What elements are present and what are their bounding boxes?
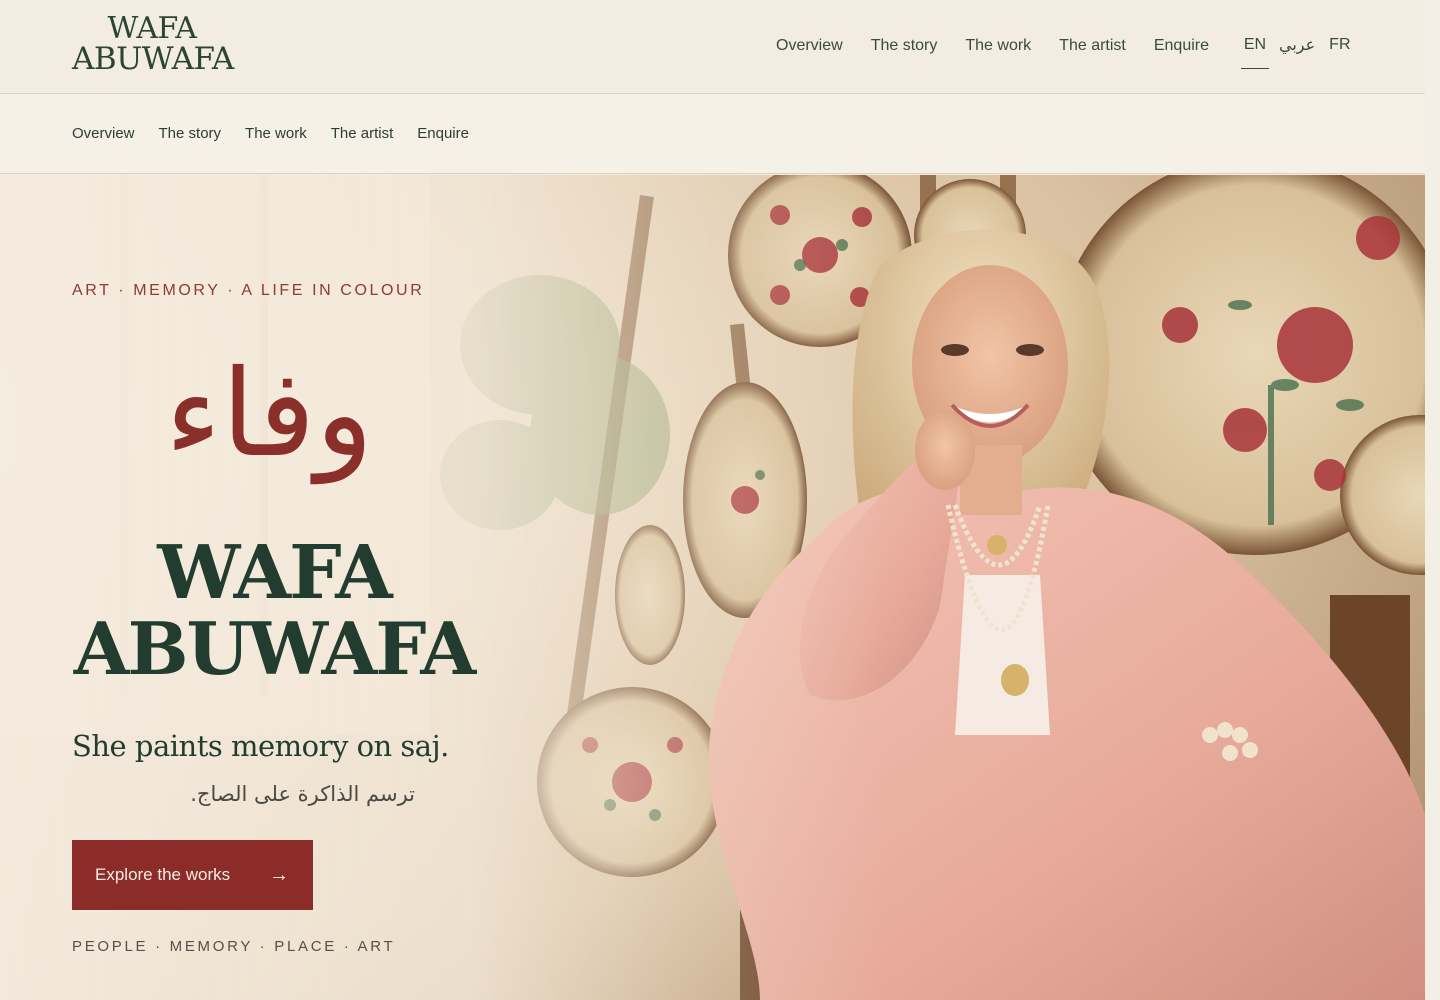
nav-enquire[interactable]: Enquire [1154, 36, 1209, 56]
language-switcher: EN عربي FR [1241, 34, 1351, 69]
primary-nav: Overview The story The work The artist E… [776, 36, 1209, 56]
lang-en[interactable]: EN [1241, 34, 1269, 69]
nav-overview[interactable]: Overview [776, 36, 843, 56]
site-logo[interactable]: WAFA ABUWAFA [72, 11, 234, 77]
nav-the-story[interactable]: The story [871, 36, 938, 56]
logo-line-1: WAFA [107, 11, 197, 46]
hero-title-line-2: ABUWAFA [73, 606, 476, 691]
subnav-overview[interactable]: Overview [72, 125, 135, 143]
subnav-enquire[interactable]: Enquire [417, 125, 469, 143]
hero-tagline-arabic: ترسم الذاكرة على الصاج. [190, 782, 415, 806]
hero-title: WAFA ABUWAFA [72, 535, 476, 687]
nav-the-work[interactable]: The work [965, 36, 1031, 56]
arrow-right-icon: → [269, 864, 289, 886]
explore-works-button[interactable]: Explore the works → [72, 840, 313, 910]
explore-works-label: Explore the works [95, 865, 231, 884]
hero-arabic-name: وفاء [165, 345, 374, 484]
lang-fr[interactable]: FR [1329, 34, 1350, 56]
hero-eyebrow: ART · MEMORY · A LIFE IN COLOUR [72, 282, 425, 299]
secondary-nav: Overview The story The work The artist E… [0, 94, 1425, 174]
page-scrollbar[interactable] [1425, 0, 1440, 1000]
hero-themes: PEOPLE · MEMORY · PLACE · ART [72, 938, 396, 955]
hero-section: ART · MEMORY · A LIFE IN COLOUR وفاء WAF… [0, 175, 1425, 1000]
subnav-the-story[interactable]: The story [159, 125, 222, 143]
site-header: WAFA ABUWAFA Overview The story The work… [0, 0, 1425, 94]
nav-the-artist[interactable]: The artist [1059, 36, 1126, 56]
logo-line-2: ABUWAFA [72, 41, 234, 77]
subnav-the-artist[interactable]: The artist [331, 125, 394, 143]
hero-tagline: She paints memory on saj. [72, 729, 449, 763]
lang-ar[interactable]: عربي [1279, 34, 1315, 56]
hero-title-line-1: WAFA [157, 530, 392, 616]
subnav-the-work[interactable]: The work [245, 125, 307, 143]
